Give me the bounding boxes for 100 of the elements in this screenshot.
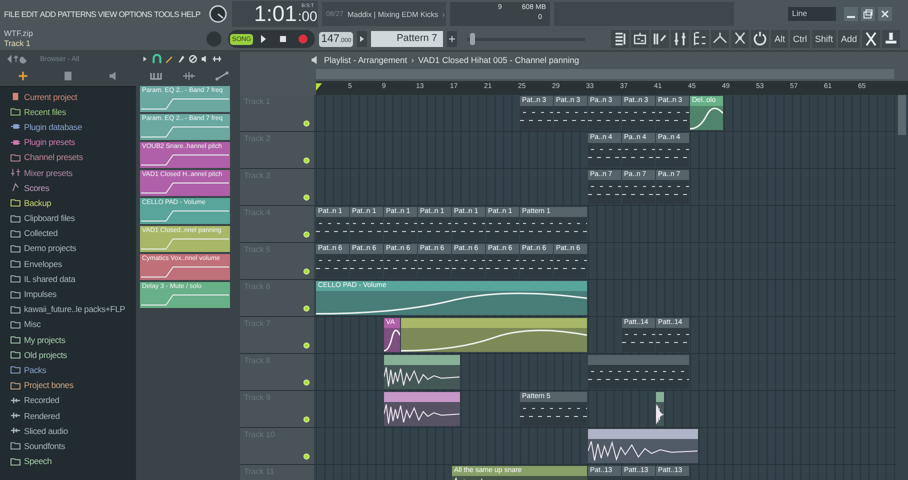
document-icon bbox=[10, 92, 21, 102]
menu-item[interactable]: EDIT bbox=[21, 10, 38, 18]
folder-icon bbox=[10, 456, 21, 466]
browser-item[interactable]: Old projects bbox=[10, 347, 136, 362]
browser-item[interactable]: IL shared data bbox=[10, 271, 136, 286]
stamp-icon[interactable] bbox=[882, 30, 900, 48]
plug-icon bbox=[10, 138, 21, 147]
browser-item[interactable]: Envelopes bbox=[10, 256, 136, 272]
browser-item[interactable]: Packs bbox=[10, 362, 136, 378]
plus-icon[interactable] bbox=[447, 31, 458, 47]
mute-led-icon[interactable] bbox=[303, 120, 310, 127]
menu-item[interactable]: HELP bbox=[180, 10, 200, 18]
browser-item[interactable]: Recorded bbox=[10, 392, 136, 408]
browser-item[interactable]: Demo projects bbox=[10, 240, 136, 256]
mute-led-icon[interactable] bbox=[303, 157, 310, 164]
modifier-key-button[interactable]: Add bbox=[838, 30, 860, 48]
browser-item[interactable]: Current project bbox=[10, 89, 136, 104]
browser-item[interactable]: Mixer presets bbox=[10, 164, 136, 180]
folder-icon bbox=[10, 304, 21, 314]
audio-clip[interactable] bbox=[588, 429, 698, 463]
project-file-name: WTF.zip bbox=[4, 29, 34, 39]
menu-item[interactable]: PATTERNS bbox=[58, 10, 96, 18]
folder-icon bbox=[10, 107, 21, 116]
automation-curve bbox=[690, 106, 723, 130]
browser-item[interactable]: kawaii_future..le packs+FLP bbox=[10, 302, 136, 317]
modifier-key-button[interactable]: Shift bbox=[812, 30, 836, 48]
browser-item[interactable]: Collected bbox=[10, 226, 136, 241]
vertical-scrollbar[interactable] bbox=[898, 95, 906, 135]
audio-clip[interactable] bbox=[384, 355, 460, 389]
folder-icon bbox=[10, 380, 21, 390]
menu-item[interactable]: ADD bbox=[40, 10, 56, 18]
playlist-target: VAD1 Closed Hihat 005 - Channel panning bbox=[418, 54, 580, 64]
waveform-drawing bbox=[656, 402, 664, 426]
document-icon[interactable] bbox=[62, 70, 74, 82]
audio-clip[interactable] bbox=[656, 392, 664, 426]
track-name: Track 1 bbox=[4, 39, 32, 49]
folder-icon bbox=[10, 320, 21, 329]
browser-item[interactable]: My projects bbox=[10, 332, 136, 348]
restore-icon[interactable] bbox=[861, 7, 875, 21]
mute-led-icon[interactable] bbox=[303, 305, 310, 312]
breadcrumb-separator: › bbox=[411, 54, 414, 64]
mute-led-icon[interactable] bbox=[303, 194, 310, 201]
folder-icon bbox=[10, 214, 21, 223]
menu-item[interactable]: TOOLS bbox=[154, 10, 179, 18]
mute-led-icon[interactable] bbox=[303, 416, 310, 423]
time-value: 1:01 bbox=[254, 1, 297, 27]
slider-thumb[interactable] bbox=[470, 33, 475, 45]
browser-item[interactable]: Scores bbox=[10, 180, 136, 196]
waveform-icon[interactable] bbox=[182, 71, 196, 81]
browser-item[interactable]: Sliced audio bbox=[10, 423, 136, 438]
modifier-key-button[interactable]: Ctrl bbox=[790, 30, 810, 48]
browser-item[interactable]: Clipboard files bbox=[10, 210, 136, 226]
mute-led-icon[interactable] bbox=[303, 231, 310, 238]
folder-icon bbox=[10, 290, 21, 299]
plug-icon bbox=[10, 122, 21, 132]
mute-led-icon[interactable] bbox=[303, 268, 310, 275]
browser-item[interactable]: Project bones bbox=[10, 378, 136, 393]
minimize-icon[interactable] bbox=[844, 7, 858, 21]
pencil-icon[interactable] bbox=[164, 54, 174, 64]
folder-icon bbox=[10, 198, 21, 208]
hint-arrow[interactable]: › bbox=[442, 10, 445, 18]
piano-icon[interactable] bbox=[149, 71, 164, 81]
mixer-icon[interactable] bbox=[671, 30, 690, 48]
magnet-icon[interactable] bbox=[152, 54, 162, 64]
waveform-icon bbox=[10, 411, 21, 420]
mute-led-icon[interactable] bbox=[303, 379, 310, 386]
mixer-icon bbox=[10, 168, 21, 178]
pattern-clip[interactable] bbox=[588, 355, 689, 389]
delete-icon[interactable] bbox=[188, 54, 198, 64]
mute-led-icon[interactable] bbox=[303, 453, 310, 460]
browser-item[interactable]: Plugin database bbox=[10, 119, 136, 135]
plus-icon[interactable] bbox=[16, 70, 29, 82]
folder-icon bbox=[10, 441, 21, 450]
waveform-icon bbox=[10, 396, 21, 405]
browser-item[interactable]: Impulses bbox=[10, 286, 136, 302]
close-icon[interactable] bbox=[878, 7, 892, 21]
automation-icon[interactable] bbox=[214, 71, 229, 81]
note-icon bbox=[10, 183, 21, 192]
menu-item[interactable]: OPTIONS bbox=[118, 10, 152, 18]
folder-icon bbox=[10, 274, 21, 284]
browser-item[interactable]: Plugin presets bbox=[10, 134, 136, 150]
browser-item[interactable]: Rendered bbox=[10, 408, 136, 424]
menu-item[interactable]: VIEW bbox=[98, 10, 117, 18]
modifier-key-button[interactable]: Alt bbox=[771, 30, 788, 48]
refresh-icon[interactable] bbox=[751, 30, 770, 48]
automation-clip[interactable] bbox=[401, 318, 587, 352]
browser-item[interactable]: Soundfonts bbox=[10, 438, 136, 454]
browser-item[interactable]: Speech bbox=[10, 454, 136, 469]
time-ticks: :00 bbox=[298, 8, 318, 24]
browser-item[interactable]: Backup bbox=[10, 195, 136, 210]
menu-item[interactable]: FILE bbox=[4, 10, 20, 18]
snap-dropdown[interactable]: Line bbox=[788, 7, 836, 21]
browser-item[interactable]: Channel presets bbox=[10, 150, 136, 165]
mute-led-icon[interactable] bbox=[303, 342, 310, 349]
browser-item[interactable]: Recent files bbox=[10, 104, 136, 120]
audio-clip[interactable] bbox=[384, 392, 460, 426]
pattern-selector[interactable]: Pattern 7 bbox=[371, 31, 444, 47]
browser-item[interactable]: Misc bbox=[10, 316, 136, 332]
paint-brush-icon[interactable] bbox=[176, 54, 186, 64]
folder-icon bbox=[10, 335, 21, 344]
